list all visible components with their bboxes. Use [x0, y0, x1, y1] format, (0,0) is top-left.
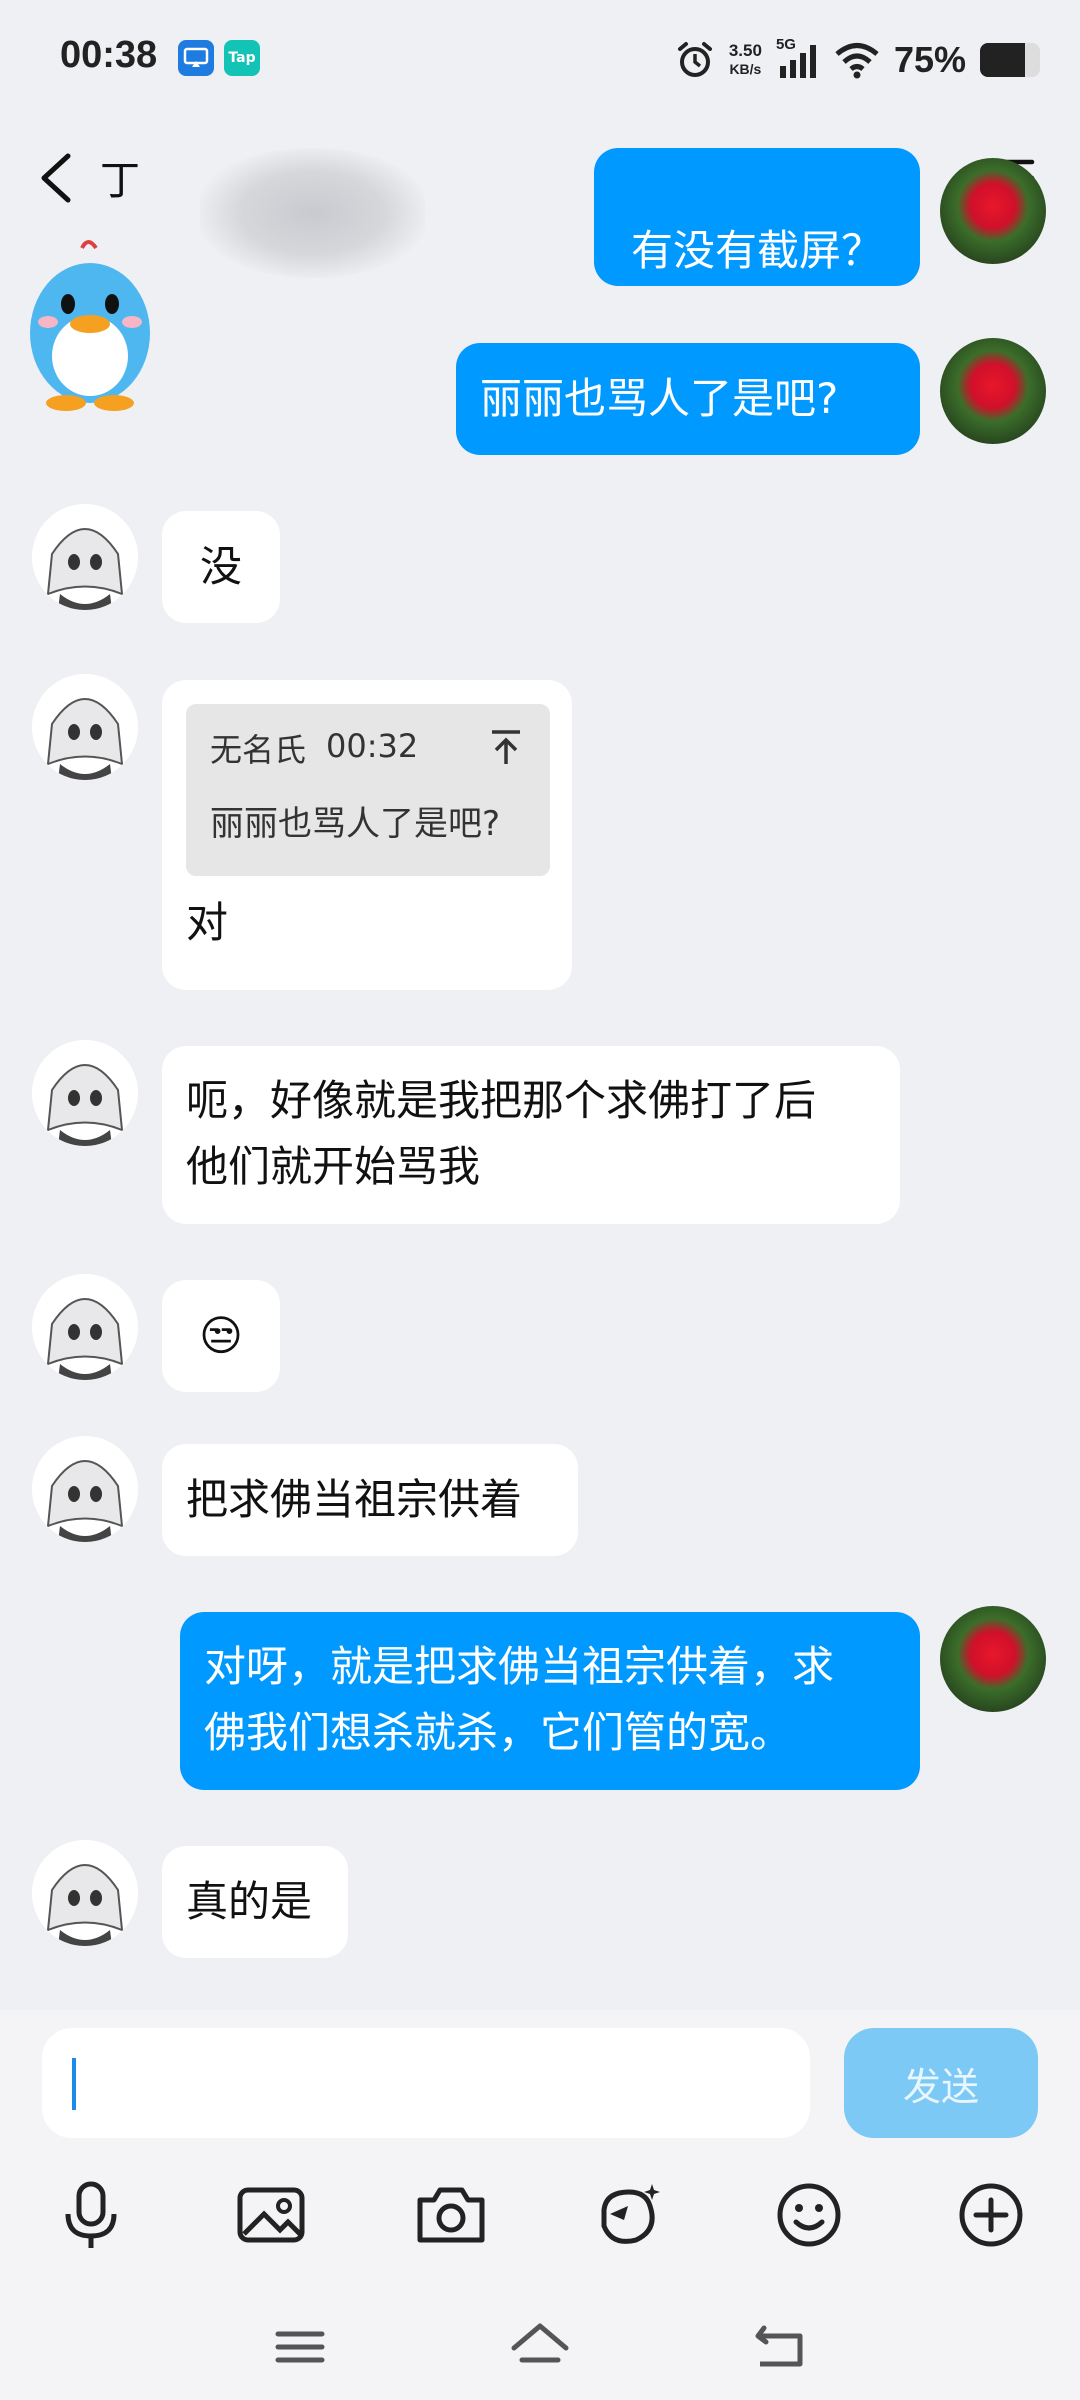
message-bubble-outgoing[interactable]: 有没有截屏？	[594, 148, 920, 286]
contact-avatar[interactable]	[32, 674, 138, 780]
message-text: 把求佛当祖宗供着	[186, 1475, 523, 1524]
contact-avatar[interactable]	[32, 1040, 138, 1146]
nav-home-button[interactable]	[500, 2312, 580, 2382]
net-speed-value: 3.50	[728, 41, 762, 60]
message-text-line: 对呀，就是把求佛当祖宗供着，求	[204, 1642, 835, 1691]
camera-button[interactable]	[406, 2170, 496, 2260]
microphone-icon	[65, 2181, 117, 2248]
jump-to-original-icon[interactable]	[488, 728, 524, 768]
message-text-line: 呃，好像就是我把那个求佛打了后	[186, 1076, 817, 1125]
my-avatar[interactable]	[940, 1606, 1046, 1712]
quote-text: 丽丽也骂人了是吧?	[210, 804, 501, 844]
nav-menu-icon	[275, 2331, 325, 2363]
status-time: 00:38	[60, 34, 158, 76]
quoted-message[interactable]: 无名氏 00:32 丽丽也骂人了是吧?	[186, 704, 550, 876]
contact-avatar[interactable]	[32, 1840, 138, 1946]
contact-avatar[interactable]	[32, 1436, 138, 1542]
sticker-icon	[601, 2184, 660, 2244]
message-bubble-outgoing[interactable]: 丽丽也骂人了是吧?	[456, 343, 920, 455]
emoji-icon	[777, 2183, 841, 2247]
battery-percent: 75%	[893, 39, 966, 80]
message-text-line: 佛我们想杀就杀，它们管的宽。	[204, 1708, 793, 1757]
more-button[interactable]	[946, 2170, 1036, 2260]
nav-back-button[interactable]	[740, 2312, 820, 2382]
quote-author: 无名氏	[210, 731, 307, 769]
voice-button[interactable]	[46, 2170, 136, 2260]
battery-icon	[980, 43, 1040, 77]
penguin-mascot-sticker	[20, 238, 160, 418]
contact-avatar[interactable]	[32, 1274, 138, 1380]
contact-name-text: 丁	[100, 158, 140, 204]
message-text: 真的是	[186, 1877, 313, 1926]
screen-mirror-app-icon	[178, 40, 214, 76]
nav-menu-button[interactable]	[260, 2312, 340, 2382]
message-text: 没	[199, 542, 242, 591]
album-button[interactable]	[226, 2170, 316, 2260]
message-bubble-incoming[interactable]: 😒	[162, 1280, 280, 1392]
wifi-icon	[834, 41, 880, 79]
contact-avatar[interactable]	[32, 504, 138, 610]
chat-area[interactable]: 有没有截屏？ 丽丽也骂人了是吧? 没 无名氏 00:32 丽丽也骂人了是吧? 对…	[0, 148, 1080, 2010]
send-button[interactable]: 发送	[844, 2028, 1038, 2138]
my-avatar[interactable]	[940, 158, 1046, 264]
status-bar: 00:38 Tap 3.50 KB/s 5G 75%	[0, 0, 1080, 118]
emoji-button[interactable]	[764, 2170, 854, 2260]
camera-icon	[417, 2187, 485, 2243]
tap-app-icon: Tap	[224, 40, 260, 76]
cellular-signal-icon: 5G	[776, 36, 820, 80]
back-button[interactable]	[30, 148, 90, 208]
message-text: 有没有截屏？	[630, 226, 883, 275]
message-bubble-incoming[interactable]: 呃，好像就是我把那个求佛打了后 他们就开始骂我	[162, 1046, 900, 1224]
message-text: 丽丽也骂人了是吧?	[480, 374, 839, 423]
nav-home-icon	[511, 2323, 569, 2363]
message-bubble-outgoing[interactable]: 对呀，就是把求佛当祖宗供着，求 佛我们想杀就杀，它们管的宽。	[180, 1612, 920, 1790]
message-emoji: 😒	[199, 1311, 243, 1360]
text-caret	[72, 2058, 76, 2110]
image-icon	[237, 2187, 305, 2243]
message-bubble-incoming[interactable]: 真的是	[162, 1846, 348, 1958]
message-bubble-incoming[interactable]: 没	[162, 511, 280, 623]
composer: 发送	[0, 2010, 1080, 2400]
nav-back-icon	[755, 2325, 803, 2367]
message-input[interactable]	[42, 2028, 810, 2138]
status-right-group: 3.50 KB/s 5G 75%	[675, 30, 1040, 90]
message-text-line: 他们就开始骂我	[186, 1142, 481, 1191]
message-bubble-incoming-reply[interactable]: 无名氏 00:32 丽丽也骂人了是吧? 对	[162, 680, 572, 990]
contact-name[interactable]: 丁	[100, 148, 425, 278]
quote-time: 00:32	[326, 727, 419, 765]
my-avatar[interactable]	[940, 338, 1046, 444]
sticker-button[interactable]	[584, 2170, 674, 2260]
add-icon	[959, 2183, 1023, 2247]
back-arrow-icon	[41, 153, 71, 203]
net-speed-unit: KB/s	[729, 61, 762, 77]
message-text: 对	[186, 898, 229, 947]
alarm-icon	[675, 40, 715, 80]
message-bubble-incoming[interactable]: 把求佛当祖宗供着	[162, 1444, 578, 1556]
net-speed: 3.50 KB/s	[729, 42, 762, 78]
